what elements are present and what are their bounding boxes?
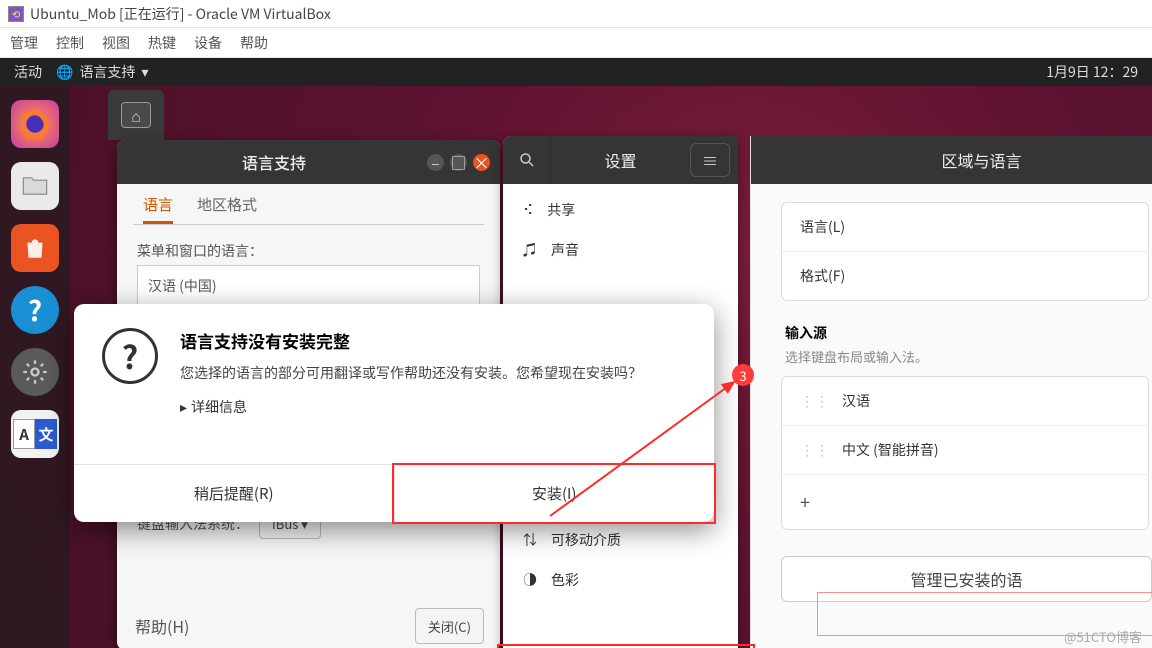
dock: ? A 文 bbox=[0, 86, 70, 648]
vb-menu-view[interactable]: 视图 bbox=[102, 33, 130, 53]
drag-handle-icon[interactable]: ⋮⋮ bbox=[800, 391, 830, 411]
settings-label: 可移动介质 bbox=[551, 530, 621, 550]
settings-item-color[interactable]: ◑ 色彩 bbox=[503, 560, 738, 600]
region-language-window: 区域与语言 语言(L) 格式(F) 输入源 选择键盘布局或输入法。 ⋮⋮ 汉语 … bbox=[750, 136, 1152, 648]
settings-item-share[interactable]: ⠪ 共享 bbox=[503, 190, 738, 230]
topbar-app-indicator[interactable]: 🌐 语言支持 ▾ bbox=[56, 62, 148, 82]
manage-installed-languages-button[interactable]: 管理已安装的语 bbox=[781, 556, 1152, 602]
dialog-actions: 稍后提醒(R) 安装(I) bbox=[74, 464, 714, 522]
gear-icon bbox=[21, 358, 49, 386]
menu-language-label: 菜单和窗口的语言： bbox=[137, 241, 480, 261]
region-format-row[interactable]: 格式(F) bbox=[782, 251, 1148, 300]
dock-help[interactable]: ? bbox=[11, 286, 59, 334]
language-support-dialog: ? 语言支持没有安装完整 您选择的语言的部分可用翻译或写作帮助还没有安装。您希望… bbox=[74, 304, 714, 522]
minimize-button[interactable]: – bbox=[427, 154, 444, 171]
language-tabs: 语言 地区格式 bbox=[117, 184, 500, 224]
language-support-title: 语言支持 bbox=[127, 150, 421, 174]
virtualbox-icon: ⟲ bbox=[8, 6, 24, 22]
dock-language-support[interactable]: A 文 bbox=[11, 410, 59, 458]
letter-a-icon: A bbox=[13, 419, 35, 449]
language-support-titlebar[interactable]: 语言支持 – □ × bbox=[117, 140, 500, 184]
language-footer: 帮助(H) 关闭(C) bbox=[117, 608, 500, 644]
dock-files[interactable] bbox=[11, 162, 59, 210]
ubuntu-topbar: 活动 🌐 语言支持 ▾ 1月9日 12：29 bbox=[0, 58, 1152, 86]
input-source-label: 汉语 bbox=[842, 391, 870, 411]
input-source-hint: 选择键盘布局或输入法。 bbox=[785, 347, 1152, 366]
maximize-button[interactable]: □ bbox=[450, 154, 467, 171]
globe-icon: 🌐 bbox=[56, 62, 73, 82]
watermark: @51CTO博客 bbox=[1064, 627, 1142, 646]
hamburger-icon: ≡ bbox=[702, 148, 718, 172]
input-source-label: 中文 (智能拼音) bbox=[842, 440, 939, 460]
help-icon: ? bbox=[28, 290, 42, 330]
input-source-item-chinese[interactable]: ⋮⋮ 汉语 bbox=[782, 377, 1148, 425]
input-source-item-pinyin[interactable]: ⋮⋮ 中文 (智能拼音) bbox=[782, 425, 1148, 474]
settings-item-removable[interactable]: ⇅ 可移动介质 bbox=[503, 520, 738, 560]
files-window-peek[interactable]: ⌂ bbox=[108, 90, 164, 140]
settings-header: 设置 ≡ bbox=[503, 136, 738, 184]
chevron-down-icon: ▾ bbox=[141, 62, 148, 82]
settings-label: 色彩 bbox=[551, 570, 579, 590]
language-item[interactable]: 汉语 (中国) bbox=[148, 276, 217, 296]
vb-menu-manage[interactable]: 管理 bbox=[10, 33, 38, 53]
region-title: 区域与语言 bbox=[942, 148, 1022, 172]
input-source-list: ⋮⋮ 汉语 ⋮⋮ 中文 (智能拼音) + bbox=[781, 376, 1149, 530]
hamburger-menu-button[interactable]: ≡ bbox=[690, 143, 730, 177]
home-icon: ⌂ bbox=[121, 102, 151, 128]
help-button[interactable]: 帮助(H) bbox=[133, 608, 191, 644]
firefox-icon bbox=[20, 109, 50, 139]
letter-cjk-icon: 文 bbox=[35, 419, 57, 449]
tab-language[interactable]: 语言 bbox=[143, 194, 173, 224]
vb-menu-help[interactable]: 帮助 bbox=[240, 33, 268, 53]
search-icon bbox=[518, 151, 536, 169]
share-icon: ⠪ bbox=[523, 200, 533, 220]
remind-later-button[interactable]: 稍后提醒(R) bbox=[74, 465, 394, 522]
activities-button[interactable]: 活动 bbox=[14, 62, 42, 82]
install-button[interactable]: 安装(I) bbox=[394, 465, 715, 522]
annotation-badge-3: 3 bbox=[732, 364, 754, 386]
region-body: 语言(L) 格式(F) 输入源 选择键盘布局或输入法。 ⋮⋮ 汉语 ⋮⋮ 中文 … bbox=[751, 184, 1152, 602]
close-button[interactable]: × bbox=[473, 154, 490, 171]
virtualbox-menubar[interactable]: 管理 控制 视图 热键 设备 帮助 bbox=[0, 28, 1152, 58]
dock-settings[interactable] bbox=[11, 348, 59, 396]
region-header: 区域与语言 bbox=[751, 136, 1152, 184]
settings-title: 设置 bbox=[551, 148, 690, 172]
chevron-right-icon: ▸ bbox=[180, 397, 187, 417]
color-icon: ◑ bbox=[523, 570, 537, 590]
vb-menu-devices[interactable]: 设备 bbox=[194, 33, 222, 53]
close-button-footer[interactable]: 关闭(C) bbox=[415, 608, 484, 644]
dialog-message: 您选择的语言的部分可用翻译或写作帮助还没有安装。您希望现在安装吗？ bbox=[180, 363, 642, 383]
region-language-row[interactable]: 语言(L) bbox=[782, 203, 1148, 251]
input-source-label: 输入源 bbox=[785, 323, 1152, 343]
tab-regional-format[interactable]: 地区格式 bbox=[197, 194, 257, 224]
topbar-app-label: 语言支持 bbox=[79, 62, 135, 82]
ubuntu-desktop: ? A 文 ⌂ 语言支持 – □ × 语言 地区格式 菜单和窗口的语言： 汉语 … bbox=[0, 86, 1152, 648]
region-lang-format-list: 语言(L) 格式(F) bbox=[781, 202, 1149, 301]
dock-software[interactable] bbox=[11, 224, 59, 272]
dialog-details-label: 详细信息 bbox=[191, 397, 247, 417]
vb-menu-hotkeys[interactable]: 热键 bbox=[148, 33, 176, 53]
drag-handle-icon[interactable]: ⋮⋮ bbox=[800, 440, 830, 460]
settings-label: 声音 bbox=[551, 240, 579, 260]
settings-item-sound[interactable]: ♫ 声音 bbox=[503, 230, 738, 270]
virtualbox-title: Ubuntu_Mob [正在运行] - Oracle VM VirtualBox bbox=[30, 4, 331, 24]
dialog-title: 语言支持没有安装完整 bbox=[180, 328, 642, 353]
usb-icon: ⇅ bbox=[523, 530, 537, 550]
add-input-source-button[interactable]: + bbox=[782, 474, 1148, 529]
shopping-bag-icon bbox=[22, 235, 48, 261]
settings-search-button[interactable] bbox=[503, 136, 551, 184]
music-note-icon: ♫ bbox=[523, 240, 537, 260]
vb-menu-control[interactable]: 控制 bbox=[56, 33, 84, 53]
settings-label: 共享 bbox=[547, 200, 575, 220]
dock-firefox[interactable] bbox=[11, 100, 59, 148]
question-icon: ? bbox=[102, 328, 158, 384]
virtualbox-titlebar: ⟲ Ubuntu_Mob [正在运行] - Oracle VM VirtualB… bbox=[0, 0, 1152, 28]
folder-icon bbox=[21, 174, 49, 198]
clock[interactable]: 1月9日 12：29 bbox=[1046, 62, 1138, 82]
dialog-details-toggle[interactable]: ▸ 详细信息 bbox=[180, 397, 642, 417]
